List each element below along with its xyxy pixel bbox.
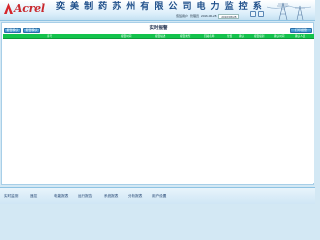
power-pylon-icon xyxy=(267,2,311,20)
date-text: 2016-06-28 xyxy=(201,14,217,18)
alarm-table-body xyxy=(3,39,314,183)
app-header: Acrel 奕 美 制 药 苏 州 有 限 公 司 电 力 监 控 系 统 值班… xyxy=(0,0,315,21)
nav-analysis-report[interactable]: 分析报表 xyxy=(128,192,142,201)
acrel-logo: Acrel xyxy=(4,2,45,15)
system-title: 奕 美 制 药 苏 州 有 限 公 司 电 力 监 控 系 统 xyxy=(56,1,266,11)
alarm-panel: 实时报警 报警确认 报警确认 打印报警 序号 报警时间 报警描述 报警类型 回路… xyxy=(1,22,314,185)
nav-realtime-monitor[interactable]: 实时监测 xyxy=(4,192,18,201)
nav-user-settings[interactable]: 用户设置 xyxy=(152,192,166,201)
user-value: 管理员 xyxy=(190,14,200,18)
page-title: 实时报警 xyxy=(149,26,168,31)
home-icon[interactable] xyxy=(250,11,256,17)
header-info-bar: 值班用户 管理员 2016-06-28 2016/06/28 xyxy=(176,13,240,19)
exit-icon[interactable] xyxy=(258,11,264,17)
alarm-confirm-button[interactable]: 报警确认 xyxy=(4,28,21,33)
alarm-confirm-all-button[interactable]: 报警确认 xyxy=(23,28,40,33)
bottom-nav: 实时监测 遥控 电能报表 运行报告 系统报表 分析报表 用户设置 xyxy=(0,192,315,201)
nav-system-report[interactable]: 系统报表 xyxy=(104,192,118,201)
bottom-nav-bar: 实时监测 遥控 电能报表 运行报告 系统报表 分析报表 用户设置 xyxy=(0,187,315,204)
logo-text: Acrel xyxy=(14,2,45,15)
nav-energy-report[interactable]: 电能报表 xyxy=(54,192,68,201)
acrel-logo-icon xyxy=(4,3,13,14)
nav-remote-control[interactable]: 遥控 xyxy=(30,192,37,201)
date-box[interactable]: 2016/06/28 xyxy=(218,13,240,19)
print-alarm-button[interactable]: 打印报警 xyxy=(290,28,312,33)
user-label: 值班用户 xyxy=(176,14,189,18)
nav-operation-report[interactable]: 运行报告 xyxy=(78,192,92,201)
